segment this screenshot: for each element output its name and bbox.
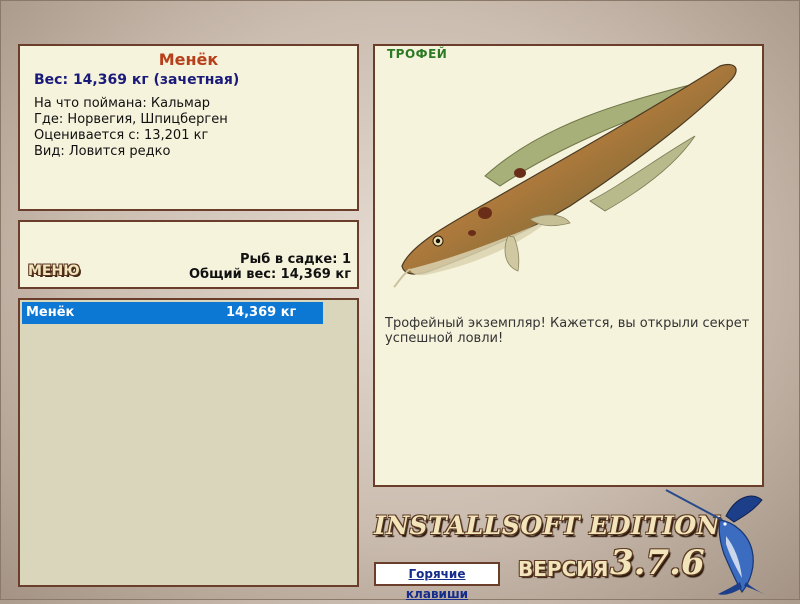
- catch-list-panel[interactable]: Менёк 14,369 кг: [18, 298, 359, 587]
- fish-weight: Вес: 14,369 кг (зачетная): [34, 72, 240, 88]
- fish-picture-panel: ТРОФЕЙ Трофейный экземпляр! Кажется, вы …: [373, 44, 764, 487]
- menu-button[interactable]: МЕНЮ: [28, 263, 80, 279]
- rarity-info: Вид: Ловится редко: [34, 144, 171, 159]
- fish-info-panel: Менёк Вес: 14,369 кг (зачетная) На что п…: [18, 44, 359, 211]
- version-label: ВЕРСИЯ: [518, 557, 609, 581]
- fish-count: Рыб в садке: 1: [239, 252, 351, 267]
- marlin-logo-icon: [665, 489, 768, 596]
- hotkeys-button[interactable]: Горячие клавиши: [374, 562, 500, 601]
- trophy-description: Трофейный экземпляр! Кажется, вы открыли…: [385, 316, 750, 346]
- list-item[interactable]: Менёк 14,369 кг: [22, 302, 323, 324]
- fish-name: Менёк: [158, 50, 219, 69]
- burbot-fish-image: [393, 63, 737, 288]
- list-item-name: Менёк: [26, 305, 75, 320]
- trophy-label: ТРОФЕЙ: [387, 47, 448, 61]
- total-weight: Общий вес: 14,369 кг: [188, 267, 351, 282]
- list-item-weight: 14,369 кг: [226, 305, 297, 320]
- location-info: Где: Норвегия, Шпицберген: [34, 112, 228, 127]
- valued-from-info: Оценивается с: 13,201 кг: [34, 128, 209, 143]
- catch-status-panel: МЕНЮ Рыб в садке: 1 Общий вес: 14,369 кг: [18, 220, 359, 289]
- bait-info: На что поймана: Кальмар: [34, 96, 211, 111]
